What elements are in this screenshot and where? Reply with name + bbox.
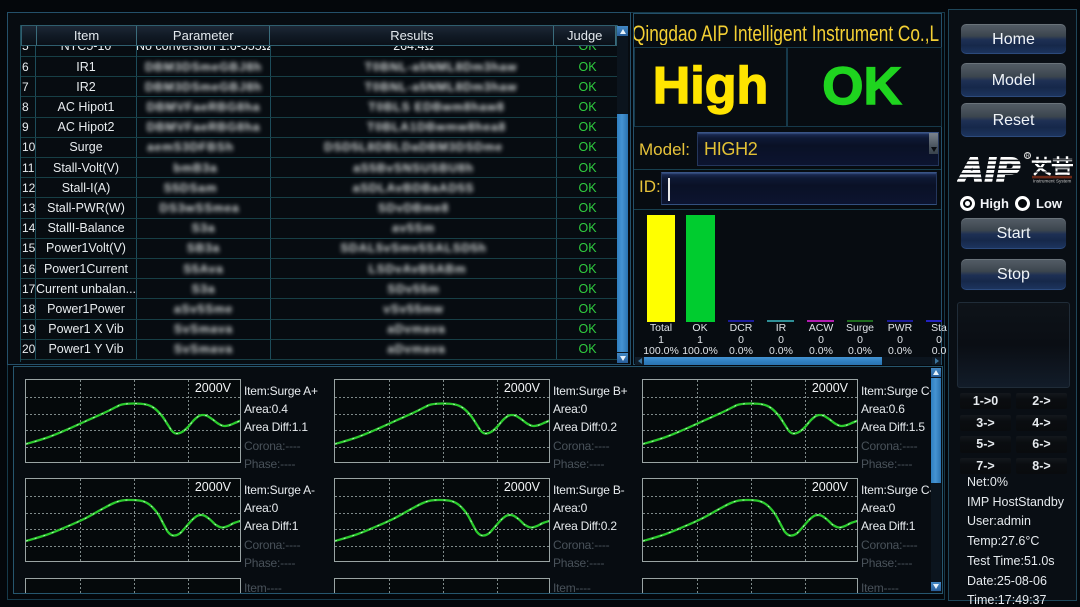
svg-text:AIP: AIP xyxy=(958,152,1022,189)
svg-text:Instrument System: Instrument System xyxy=(1033,179,1071,184)
svg-text:R: R xyxy=(1026,154,1030,160)
